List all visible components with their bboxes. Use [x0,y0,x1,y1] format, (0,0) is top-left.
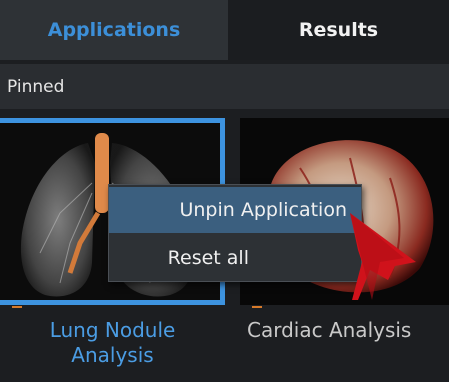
lung-tile-marker [12,306,22,308]
lung-label-line2: Analysis [71,343,154,367]
tab-applications[interactable]: Applications [0,0,228,60]
reset-all-menu-item[interactable]: Reset all [109,235,361,281]
pinned-section-title: Pinned [7,76,65,97]
lung-label-line1: Lung Nodule [49,318,176,342]
tab-bar: Applications Results [0,0,449,60]
cardiac-tile-marker [252,306,262,308]
unpin-application-menu-item[interactable]: Unpin Application [109,187,361,233]
cardiac-label-text: Cardiac Analysis [247,318,412,342]
lung-nodule-analysis-label[interactable]: Lung Nodule Analysis [0,318,225,368]
tab-results[interactable]: Results [228,0,449,60]
pinned-section-header: Pinned [0,64,449,109]
cardiac-analysis-label[interactable]: Cardiac Analysis [247,318,449,343]
context-menu: Unpin Application Reset all [108,184,362,282]
